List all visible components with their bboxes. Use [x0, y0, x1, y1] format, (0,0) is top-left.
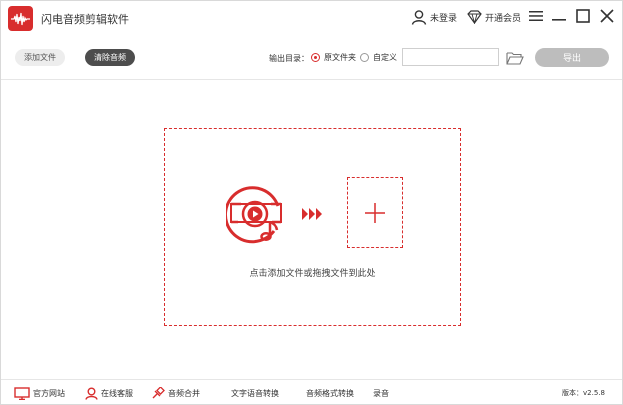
menu-button[interactable] — [526, 6, 546, 26]
forward-arrows-icon — [302, 208, 322, 220]
login-button[interactable]: 未登录 — [411, 7, 457, 27]
folder-icon — [506, 52, 524, 65]
file-drop-zone[interactable] — [164, 128, 461, 326]
title-bar: 闪电音频剪辑软件 未登录 开通会员 — [1, 1, 622, 36]
browse-folder-button[interactable] — [506, 50, 524, 65]
radio-source-label: 原文件夹 — [324, 53, 356, 62]
radio-custom-folder[interactable]: 自定义 — [360, 52, 397, 63]
minimize-button[interactable] — [549, 6, 569, 26]
radio-custom-label: 自定义 — [373, 53, 397, 62]
monitor-icon — [14, 386, 30, 400]
minimize-icon — [552, 19, 566, 21]
maximize-button[interactable] — [573, 6, 593, 26]
radio-indicator-selected — [311, 53, 320, 62]
footer-item-label: 官方网站 — [33, 388, 65, 398]
maximize-icon — [576, 9, 590, 23]
footer-item-label: 音频格式转换 — [306, 388, 354, 398]
radio-source-folder[interactable]: 原文件夹 — [311, 52, 356, 63]
merge-icon — [152, 386, 165, 398]
vip-button[interactable]: 开通会员 — [467, 7, 521, 27]
menu-icon — [529, 11, 543, 21]
diamond-icon — [467, 10, 482, 24]
footer-item-label: 文字语音转换 — [231, 388, 279, 398]
add-file-button[interactable]: 添加文件 — [15, 49, 65, 66]
vip-label: 开通会员 — [485, 13, 522, 24]
radio-indicator — [360, 53, 369, 62]
footer-item-label: 音频合并 — [168, 388, 200, 398]
footer-format-convert[interactable]: 音频格式转换 — [306, 386, 354, 400]
drop-hint-text: 点击添加文件或拖拽文件到此处 — [249, 269, 376, 279]
login-label: 未登录 — [430, 13, 458, 24]
user-icon — [411, 10, 427, 25]
app-title: 闪电音频剪辑软件 — [41, 13, 129, 26]
headset-icon — [85, 387, 98, 400]
waveform-icon — [8, 6, 33, 31]
close-icon — [600, 9, 614, 23]
plus-icon — [365, 202, 385, 223]
footer-text-to-speech[interactable]: 文字语音转换 — [231, 386, 279, 400]
footer-item-label: 在线客服 — [101, 388, 133, 398]
footer-record[interactable]: 录音 — [373, 386, 389, 400]
output-dir-label: 输出目录： — [269, 54, 309, 63]
add-file-box[interactable] — [347, 177, 403, 248]
toolbar: 添加文件 清除音频 输出目录： 原文件夹 自定义 — [1, 36, 622, 80]
output-path-input[interactable] — [402, 48, 499, 66]
export-button[interactable]: 导出 — [535, 48, 609, 67]
version-label: 版本：v2.5.8 — [562, 389, 605, 397]
footer-online-support[interactable]: 在线客服 — [85, 386, 133, 400]
clear-audio-button[interactable]: 清除音频 — [85, 49, 135, 66]
footer-item-label: 录音 — [373, 388, 389, 398]
footer-official-website[interactable]: 官方网站 — [14, 386, 65, 400]
footer-audio-merge[interactable]: 音频合并 — [151, 386, 200, 400]
music-file-icon — [226, 186, 282, 244]
close-button[interactable] — [597, 6, 617, 26]
app-window: 闪电音频剪辑软件 未登录 开通会员 添加文件 清除音频 输出目录： 原文件夹 自… — [0, 0, 623, 405]
footer-bar: 官方网站 在线客服 音频合并 文字语音转换 音频格式转换 录音 版本：v2.5.… — [1, 379, 622, 404]
